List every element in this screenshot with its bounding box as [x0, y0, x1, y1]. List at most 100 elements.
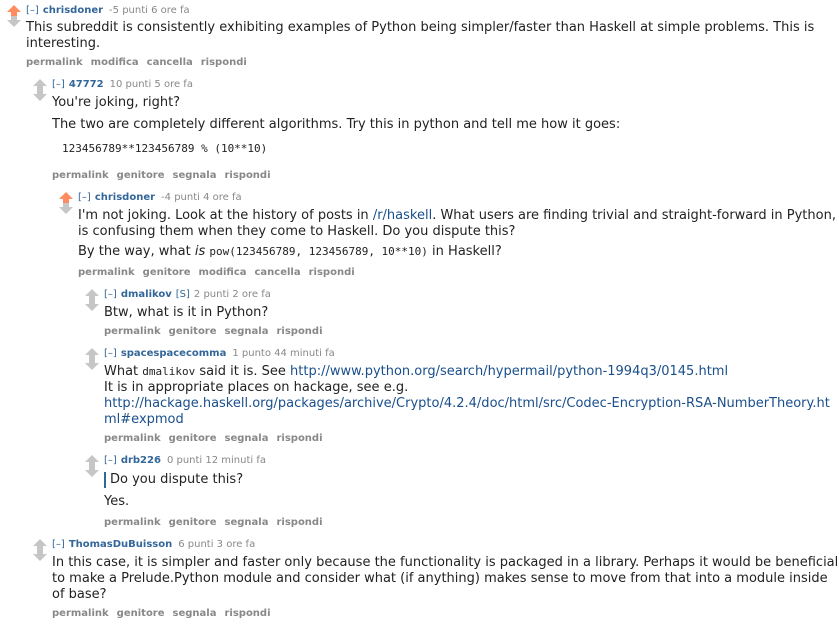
report-button[interactable]: segnala: [173, 608, 217, 619]
comment-thomasdubuisson: [–] ThomasDuBuisson 6 punti 3 ore fa In th…: [32, 538, 839, 621]
vote-arrows: [84, 454, 100, 478]
comment-text: Yes.: [104, 494, 130, 509]
parent-button[interactable]: genitore: [169, 433, 217, 444]
comment-buttons: permalink modifica cancella rispondi: [26, 56, 839, 70]
vote-arrows: [6, 4, 22, 28]
edit-button[interactable]: modifica: [91, 57, 139, 68]
author-link[interactable]: chrisdoner: [95, 192, 155, 203]
report-button[interactable]: segnala: [225, 517, 269, 528]
reply-button[interactable]: rispondi: [276, 517, 322, 528]
collapse-toggle[interactable]: [–]: [52, 539, 65, 550]
author-link[interactable]: dmalikov: [121, 289, 172, 300]
comment-tagline: [–] 47772 10 punti 5 ore fa: [52, 78, 839, 92]
reply-button[interactable]: rispondi: [201, 57, 247, 68]
permalink-button[interactable]: permalink: [78, 267, 135, 278]
upvote-arrow-icon[interactable]: [58, 191, 74, 203]
parent-button[interactable]: genitore: [169, 517, 217, 528]
downvote-arrow-icon[interactable]: [84, 300, 100, 312]
permalink-button[interactable]: permalink: [104, 326, 161, 337]
downvote-arrow-icon[interactable]: [32, 550, 48, 562]
comment-buttons: permalink genitore segnala rispondi: [52, 169, 839, 183]
comment-text: In this case, it is simpler and faster o…: [52, 555, 839, 602]
comment-buttons: permalink genitore segnala rispondi: [104, 516, 839, 530]
comment-buttons: permalink genitore segnala rispondi: [104, 432, 839, 446]
collapse-toggle[interactable]: [–]: [52, 79, 65, 90]
permalink-button[interactable]: permalink: [52, 608, 109, 619]
upvote-arrow-icon[interactable]: [32, 538, 48, 550]
score-time: 2 punti 2 ore fa: [193, 289, 271, 300]
permalink-button[interactable]: permalink: [104, 517, 161, 528]
vote-arrows: [84, 347, 100, 371]
vote-arrows: [32, 538, 48, 562]
reply-button[interactable]: rispondi: [224, 608, 270, 619]
inline-code: pow(123456789, 123456789, 10**10): [209, 245, 428, 258]
score-time: 10 punti 5 ore fa: [109, 79, 193, 90]
downvote-arrow-icon[interactable]: [6, 16, 22, 28]
score-time: 6 punti 3 ore fa: [178, 539, 256, 550]
upvote-arrow-icon[interactable]: [32, 78, 48, 90]
vote-arrows: [84, 288, 100, 312]
parent-button[interactable]: genitore: [117, 608, 165, 619]
comment-buttons: permalink genitore modifica cancella rispond…: [78, 266, 839, 280]
comment-tagline: [–] chrisdoner -4 punti 4 ore fa: [78, 191, 839, 205]
permalink-button[interactable]: permalink: [52, 170, 109, 181]
score-time: 0 punti 12 minuti fa: [166, 455, 267, 466]
comment-text: The two are completely different algorit…: [52, 117, 621, 132]
report-button[interactable]: segnala: [225, 433, 269, 444]
comment-dmalikov: [–] dmalikov [S] 2 punti 2 ore fa Btw, what…: [84, 288, 839, 339]
edit-button[interactable]: modifica: [199, 267, 247, 278]
vote-arrows: [58, 191, 74, 215]
reply-button[interactable]: rispondi: [309, 267, 355, 278]
collapse-toggle[interactable]: [–]: [26, 5, 39, 16]
comment-47772: [–] 47772 10 punti 5 ore fa You're joking,…: [32, 78, 839, 530]
reply-button[interactable]: rispondi: [276, 433, 322, 444]
comment-tagline: [–] chrisdoner -5 punti 6 ore fa: [26, 4, 839, 18]
score-time: -5 punti 6 ore fa: [109, 5, 190, 16]
comment-text: I'm not joking. Look at the history of p…: [78, 208, 836, 239]
parent-button[interactable]: genitore: [117, 170, 165, 181]
report-button[interactable]: segnala: [173, 170, 217, 181]
submitter-flair: [S]: [175, 289, 190, 300]
author-link[interactable]: 47772: [69, 79, 104, 90]
permalink-button[interactable]: permalink: [104, 433, 161, 444]
collapse-toggle[interactable]: [–]: [104, 348, 117, 359]
collapse-toggle[interactable]: [–]: [104, 289, 117, 300]
code-block: 123456789**123456789 % (10**10): [62, 142, 268, 155]
upvote-arrow-icon[interactable]: [84, 347, 100, 359]
report-button[interactable]: segnala: [225, 326, 269, 337]
comment-text: You're joking, right?: [52, 95, 181, 110]
permalink-button[interactable]: permalink: [26, 57, 83, 68]
delete-button[interactable]: cancella: [147, 57, 193, 68]
downvote-arrow-icon[interactable]: [32, 90, 48, 102]
vote-arrows: [32, 78, 48, 102]
inline-code: dmalikov: [142, 365, 196, 378]
comment-chrisdoner-reply: [–] chrisdoner -4 punti 4 ore fa I'm not j…: [58, 191, 839, 530]
parent-button[interactable]: genitore: [143, 267, 191, 278]
comment-buttons: permalink genitore segnala rispondi: [52, 607, 839, 621]
python-link[interactable]: http://www.python.org/search/hypermail/p…: [290, 364, 728, 379]
parent-button[interactable]: genitore: [169, 326, 217, 337]
author-link[interactable]: chrisdoner: [43, 5, 103, 16]
upvote-arrow-icon[interactable]: [84, 454, 100, 466]
comment-tagline: [–] ThomasDuBuisson 6 punti 3 ore fa: [52, 538, 839, 552]
score-time: 1 punto 44 minuti fa: [232, 348, 335, 359]
upvote-arrow-icon[interactable]: [84, 288, 100, 300]
comment-buttons: permalink genitore segnala rispondi: [104, 325, 839, 339]
reply-button[interactable]: rispondi: [276, 326, 322, 337]
delete-button[interactable]: cancella: [255, 267, 301, 278]
comment-tagline: [–] drb226 0 punti 12 minuti fa: [104, 454, 839, 468]
comment-drb226: [–] drb226 0 punti 12 minuti fa Do you dis…: [84, 454, 839, 530]
subreddit-link[interactable]: /r/haskell: [373, 208, 432, 223]
author-link[interactable]: spacespacecomma: [121, 348, 227, 359]
downvote-arrow-icon[interactable]: [84, 466, 100, 478]
collapse-toggle[interactable]: [–]: [104, 455, 117, 466]
downvote-arrow-icon[interactable]: [58, 203, 74, 215]
reply-button[interactable]: rispondi: [224, 170, 270, 181]
collapse-toggle[interactable]: [–]: [78, 192, 91, 203]
author-link[interactable]: drb226: [121, 455, 161, 466]
hackage-link[interactable]: http://hackage.haskell.org/packages/arch…: [104, 396, 830, 427]
downvote-arrow-icon[interactable]: [84, 359, 100, 371]
author-link[interactable]: ThomasDuBuisson: [69, 539, 172, 550]
comment-chrisdoner-root: [–] chrisdoner -5 punti 6 ore fa This subr…: [6, 4, 839, 621]
upvote-arrow-icon[interactable]: [6, 4, 22, 16]
